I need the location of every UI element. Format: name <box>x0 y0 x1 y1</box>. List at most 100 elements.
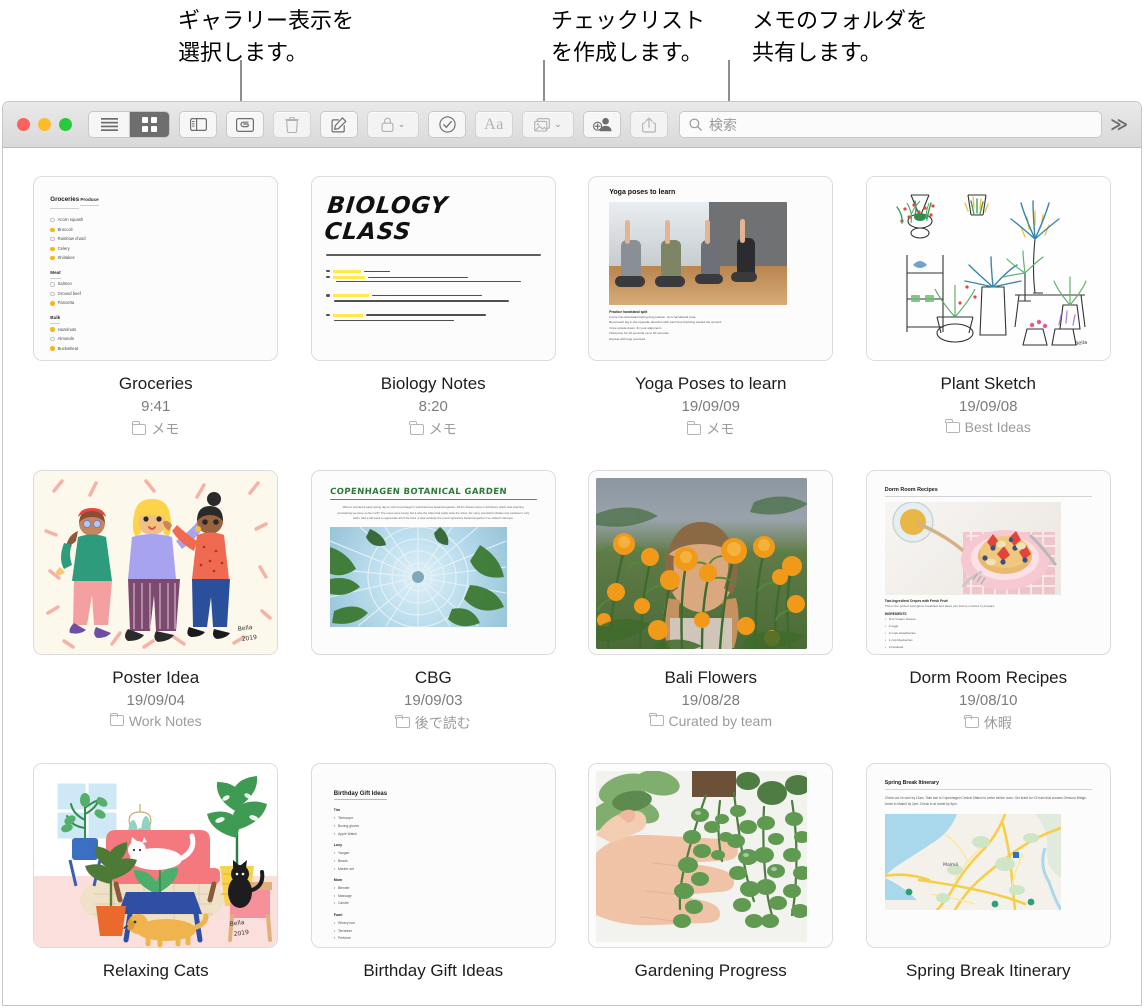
list-view-icon <box>101 118 118 131</box>
folder-icon <box>110 715 124 726</box>
note-card[interactable]: Birthday Gift Ideas Tim •Telescope •Boxi… <box>295 763 573 1006</box>
thumb-subtitle: Two-Ingredient Crepes with Fresh Fruit <box>885 599 1092 603</box>
note-card[interactable]: Gardening Progress <box>572 763 850 1006</box>
gallery-view-button[interactable] <box>129 112 169 137</box>
note-date: 19/08/10 <box>959 692 1017 709</box>
note-card[interactable]: BIOLOGY CLASS Biology Notes <box>295 176 573 464</box>
compose-icon <box>331 117 347 133</box>
folder-icon <box>650 715 664 726</box>
note-folder-label: メモ <box>706 419 734 439</box>
note-folder: Best Ideas <box>946 419 1031 435</box>
callout-checklist: チェックリスト を作成します。 <box>551 6 705 70</box>
note-thumbnail-recipes[interactable]: Dorm Room Recipes <box>866 470 1111 655</box>
callout-gallery-view: ギャラリー表示を 選択します。 <box>178 6 354 70</box>
toolbar-overflow-button[interactable]: ≫ <box>1110 115 1131 135</box>
note-folder-label: メモ <box>151 419 179 439</box>
checklist-item: Broccoli <box>50 226 261 234</box>
attachments-icon <box>236 118 254 132</box>
minimize-button[interactable] <box>38 118 51 131</box>
checklist-item: Almonds <box>50 335 261 343</box>
note-thumbnail-gift-ideas[interactable]: Birthday Gift Ideas Tim •Telescope •Boxi… <box>311 763 556 948</box>
callout-leader-line-share <box>728 60 730 105</box>
note-title: Relaxing Cats <box>103 961 209 981</box>
share-folder-button[interactable] <box>583 111 621 138</box>
add-person-icon <box>593 117 612 132</box>
share-button[interactable] <box>630 111 668 138</box>
cats-illustration: Bella2019 <box>34 764 278 948</box>
note-title: Gardening Progress <box>635 961 787 981</box>
gallery-view-icon <box>142 117 157 132</box>
lock-caret-icon: ⌄ <box>398 119 406 130</box>
note-thumbnail-relaxing-cats[interactable]: Bella2019 <box>33 763 278 948</box>
note-folder: Work Notes <box>110 713 202 729</box>
note-card[interactable]: Dorm Room Recipes <box>850 470 1128 758</box>
note-thumbnail-itinerary[interactable]: Spring Break Itinerary Check out of room… <box>866 763 1111 948</box>
note-card[interactable]: Bali Flowers 19/08/28 Curated by team <box>572 470 850 758</box>
note-card[interactable]: COPENHAGEN BOTANICAL GARDEN What a wonde… <box>295 470 573 758</box>
map-city-label: Malmö <box>943 862 959 868</box>
note-thumbnail-cbg[interactable]: COPENHAGEN BOTANICAL GARDEN What a wonde… <box>311 470 556 655</box>
note-folder-label: Work Notes <box>129 713 202 729</box>
checklist-item: Shiitakes <box>50 254 261 262</box>
lock-icon <box>381 117 394 132</box>
format-button[interactable]: Aa <box>475 111 513 138</box>
note-folder-label: Curated by team <box>669 713 773 729</box>
note-date: 19/08/28 <box>682 692 740 709</box>
note-card[interactable]: Yoga poses to learn <box>572 176 850 464</box>
checklist-icon <box>439 116 456 133</box>
note-thumbnail-gardening[interactable] <box>588 763 833 948</box>
sidebar-toggle-button[interactable] <box>179 111 217 138</box>
attachments-browser-button[interactable] <box>226 111 264 138</box>
note-folder-label: 休暇 <box>984 713 1012 733</box>
note-title: Yoga Poses to learn <box>635 374 787 394</box>
note-folder-label: Best Ideas <box>965 419 1031 435</box>
thumb-heading: COPENHAGEN BOTANICAL GARDEN <box>329 487 537 497</box>
checklist-item: Hazelnuts <box>50 326 261 334</box>
note-title: Bali Flowers <box>664 668 757 688</box>
share-icon <box>642 117 656 133</box>
note-date: 19/09/09 <box>682 398 740 415</box>
note-folder: メモ <box>132 419 179 439</box>
note-title: Plant Sketch <box>941 374 1036 394</box>
note-card[interactable]: Bella Plant Sketch 19/09/08 Best Ideas <box>850 176 1128 464</box>
folder-icon <box>132 424 146 435</box>
thumb-body: What a wonderful early-spring day to vis… <box>330 505 537 521</box>
delete-note-button[interactable] <box>273 111 311 138</box>
ingredients-label: INGREDIENTS <box>885 612 1092 616</box>
zoom-button[interactable] <box>59 118 72 131</box>
note-date: 19/09/03 <box>404 692 462 709</box>
note-thumbnail-poster-idea[interactable]: Bella2019 <box>33 470 278 655</box>
thumb-heading: Yoga poses to learn <box>609 189 812 196</box>
note-thumbnail-plant-sketch[interactable]: Bella <box>866 176 1111 361</box>
media-icon <box>534 118 550 132</box>
note-thumbnail-groceries[interactable]: Groceries Produce Acorn squash Broccoli … <box>33 176 278 361</box>
note-thumbnail-bali-flowers[interactable] <box>588 470 833 655</box>
note-thumbnail-biology[interactable]: BIOLOGY CLASS <box>311 176 556 361</box>
note-title: Biology Notes <box>381 374 486 394</box>
note-thumbnail-yoga[interactable]: Yoga poses to learn <box>588 176 833 361</box>
checklist-button[interactable] <box>428 111 466 138</box>
callout-share-folder: メモのフォルダを 共有します。 <box>752 6 928 70</box>
poster-illustration: Bella2019 <box>34 471 278 655</box>
note-title: Dorm Room Recipes <box>909 668 1067 688</box>
note-card[interactable]: Spring Break Itinerary Check out of room… <box>850 763 1128 1006</box>
note-title: Poster Idea <box>112 668 199 688</box>
note-card[interactable]: Groceries Produce Acorn squash Broccoli … <box>17 176 295 464</box>
media-button[interactable]: ⌄ <box>522 111 574 138</box>
folder-icon <box>410 424 424 435</box>
thumb-caption-lines: Come into downward-facing dog position, … <box>609 315 812 342</box>
note-title: Groceries <box>119 374 193 394</box>
close-button[interactable] <box>17 118 30 131</box>
view-mode-segmented-control[interactable] <box>88 111 170 138</box>
note-card[interactable]: Bella2019 Poster Idea 19/09/04 Work Note… <box>17 470 295 758</box>
lock-note-button[interactable]: ⌄ <box>367 111 419 138</box>
folder-icon <box>946 422 960 433</box>
new-note-button[interactable] <box>320 111 358 138</box>
list-view-button[interactable] <box>89 112 129 137</box>
succulent-photo <box>596 771 807 942</box>
note-title: Spring Break Itinerary <box>906 961 1070 981</box>
note-folder: 休暇 <box>965 713 1012 733</box>
note-card[interactable]: Bella2019 Relaxing Cats <box>17 763 295 1006</box>
checklist-item: Salmon <box>50 280 261 288</box>
search-field[interactable]: 検索 <box>679 111 1102 138</box>
